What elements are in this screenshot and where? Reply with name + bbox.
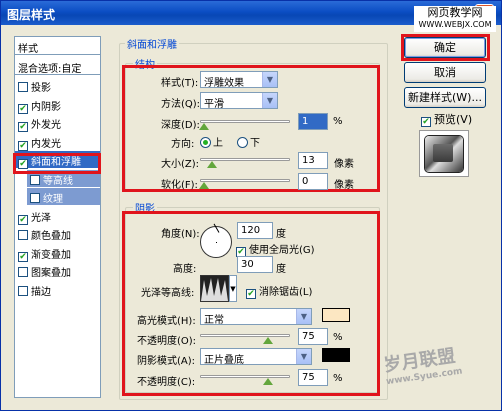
checkbox-icon[interactable] — [18, 82, 28, 92]
style-item[interactable]: 投影 — [15, 77, 100, 94]
styles-list: 样式 混合选项:自定 投影 ✔ 内阴影 ✔ 外发光 ✔ 内发光 ✔ 斜面和浮雕 等高线 纹理 ✔ 光泽颜… — [14, 36, 101, 398]
highlight-mode-label: 高光模式(H): — [137, 316, 196, 327]
style-item[interactable]: ✔ 斜面和浮雕 — [15, 151, 100, 169]
angle-unit: 度 — [276, 229, 286, 240]
preview-thumbnail — [419, 130, 469, 177]
depth-unit: % — [333, 116, 343, 127]
style-item[interactable]: ✔ 光泽 — [15, 207, 100, 225]
style-label: 样式(T): — [161, 78, 199, 89]
technique-select[interactable]: 平滑 ▼ — [200, 92, 278, 110]
soften-unit: 像素 — [334, 180, 354, 191]
gloss-contour-label: 光泽等高线: — [141, 288, 195, 299]
soften-label: 软化(F): — [161, 180, 198, 191]
altitude-input[interactable]: 30 — [237, 256, 273, 273]
angle-dial[interactable] — [200, 223, 232, 258]
check-icon[interactable]: ✔ — [18, 159, 28, 169]
ok-button[interactable]: 确定 — [404, 37, 486, 58]
depth-slider-thumb[interactable] — [199, 123, 209, 130]
checkbox-icon[interactable] — [18, 285, 28, 296]
cancel-button[interactable]: 取消 — [404, 62, 486, 83]
highlight-mode-select[interactable]: 正常 ▼ — [200, 308, 312, 326]
size-slider-thumb[interactable] — [207, 161, 217, 168]
gloss-contour-preview[interactable] — [200, 275, 229, 302]
check-icon[interactable]: ✔ — [18, 140, 28, 151]
style-item[interactable]: 描边 — [15, 281, 100, 298]
preview-checkbox[interactable]: ✔ 预览(V) — [421, 111, 472, 127]
shading-title: 阴影 — [133, 200, 157, 215]
opacity2-unit: % — [333, 373, 343, 384]
global-light-checkbox[interactable]: ✔ 使用全局光(G) — [236, 241, 315, 257]
size-input[interactable]: 13 — [298, 152, 328, 169]
opacity2-slider-track[interactable] — [200, 375, 290, 378]
style-item[interactable]: ✔ 外发光 — [15, 114, 100, 132]
anti-alias-checkbox[interactable]: ✔ 消除锯齿(L) — [246, 283, 312, 299]
blending-options[interactable]: 混合选项:自定 — [15, 57, 100, 75]
highlight-color-swatch[interactable] — [322, 308, 350, 322]
direction-up[interactable]: 上 — [200, 134, 223, 149]
layer-style-dialog: 图层样式 ✕ 网页教学网 WWW.WEBJX.COM 样式 混合选项:自定 投影… — [0, 0, 502, 411]
altitude-unit: 度 — [276, 264, 286, 275]
direction-down[interactable]: 下 — [237, 134, 260, 149]
checkbox-icon[interactable] — [18, 230, 28, 240]
style-item[interactable]: ✔ 渐变叠加 — [15, 244, 100, 262]
soften-input[interactable]: 0 — [298, 173, 328, 190]
opacity1-unit: % — [333, 332, 343, 343]
check-icon[interactable]: ✔ — [18, 214, 28, 225]
style-item[interactable]: 等高线 — [27, 169, 100, 187]
depth-slider-track[interactable] — [200, 120, 290, 123]
style-item[interactable]: 颜色叠加 — [15, 225, 100, 242]
watermark-top: 网页教学网 WWW.WEBJX.COM — [414, 6, 496, 32]
soften-slider-thumb[interactable] — [199, 182, 209, 189]
style-item[interactable]: 图案叠加 — [15, 262, 100, 279]
style-select[interactable]: 浮雕效果 ▼ — [200, 71, 278, 89]
shadow-color-swatch[interactable] — [322, 348, 350, 362]
opacity2-input[interactable]: 75 — [298, 369, 328, 386]
opacity2-slider-thumb[interactable] — [262, 378, 273, 385]
radio-down-icon — [237, 137, 248, 148]
styles-header[interactable]: 样式 — [15, 37, 100, 55]
check-icon[interactable]: ✔ — [18, 122, 28, 132]
window-title: 图层样式 — [7, 8, 56, 22]
chevron-down-icon[interactable]: ▼ — [229, 275, 237, 302]
structure-title: 结构 — [133, 56, 157, 71]
direction-label: 方向: — [171, 139, 195, 150]
opacity2-label: 不透明度(C): — [137, 377, 196, 388]
checkbox-icon[interactable] — [30, 193, 40, 203]
style-item[interactable]: ✔ 内阴影 — [15, 96, 100, 114]
technique-label: 方法(Q): — [161, 99, 201, 110]
bevel-group-title: 斜面和浮雕 — [125, 36, 179, 51]
soften-slider-track[interactable] — [200, 179, 290, 182]
check-icon: ✔ — [421, 117, 431, 127]
size-unit: 像素 — [334, 159, 354, 170]
shadow-mode-label: 阴影模式(A): — [137, 356, 196, 367]
opacity1-label: 不透明度(O): — [137, 336, 197, 347]
opacity1-slider-thumb[interactable] — [262, 337, 273, 344]
checkbox-icon[interactable] — [30, 174, 40, 185]
depth-label: 深度(D): — [161, 120, 200, 131]
opacity1-slider-track[interactable] — [200, 334, 290, 337]
altitude-label: 高度: — [173, 264, 197, 275]
radio-up-icon — [200, 137, 211, 148]
style-item[interactable]: 纹理 — [27, 188, 100, 205]
angle-input[interactable]: 120 — [237, 222, 273, 239]
style-item[interactable]: ✔ 内发光 — [15, 133, 100, 151]
size-label: 大小(Z): — [161, 159, 200, 170]
shadow-mode-select[interactable]: 正片叠底 ▼ — [200, 348, 312, 366]
check-icon[interactable]: ✔ — [18, 103, 28, 114]
check-icon: ✔ — [246, 289, 256, 299]
checkbox-icon[interactable] — [18, 267, 28, 277]
depth-input[interactable]: 1 — [298, 113, 328, 130]
check-icon[interactable]: ✔ — [18, 251, 28, 262]
angle-label: 角度(N): — [161, 229, 200, 240]
watermark-bottom: 岁月联盟 www.Syue.com — [382, 345, 464, 388]
new-style-button[interactable]: 新建样式(W)... — [404, 87, 486, 108]
opacity1-input[interactable]: 75 — [298, 328, 328, 345]
